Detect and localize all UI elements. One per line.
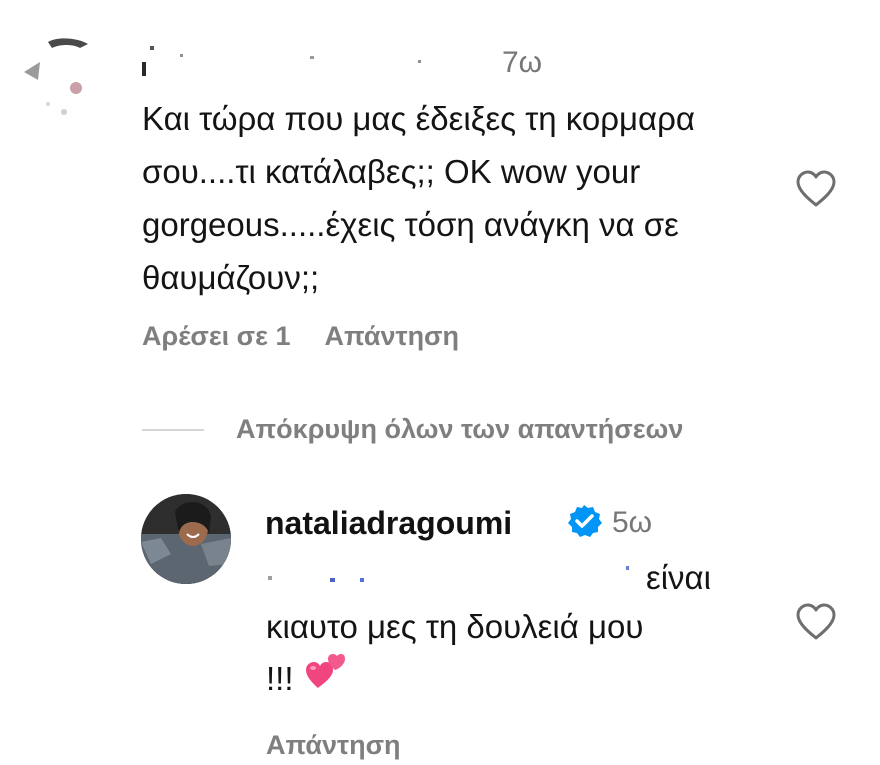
commenter-avatar[interactable]: [18, 34, 110, 126]
replies-divider: [142, 429, 204, 431]
profile-photo-image: [141, 494, 231, 584]
reply-like-heart-icon[interactable]: [795, 603, 837, 641]
reply-text-line-3: !!!: [266, 660, 294, 697]
comment-timestamp: 7ω: [502, 46, 543, 79]
like-heart-icon[interactable]: [795, 170, 837, 208]
reply-reply-link[interactable]: Απάντηση: [266, 729, 401, 761]
reply-timestamp: 5ω: [612, 506, 653, 539]
comment-text: Και τώρα που μας έδειξες τη κορμαρα σου.…: [142, 100, 695, 296]
reply-username[interactable]: nataliadragoumi: [265, 504, 512, 542]
comment-actions: Αρέσει σε 1 Απάντηση: [142, 320, 459, 352]
redacted-username: [140, 40, 470, 80]
reply-link[interactable]: Απάντηση: [324, 320, 459, 352]
reply-author-avatar[interactable]: [141, 494, 231, 584]
reply-text-line-1: είναι: [646, 559, 711, 596]
verified-badge-icon: [566, 503, 602, 539]
likes-count-link[interactable]: Αρέσει σε 1: [142, 320, 290, 352]
reply-text-line-2: κιαυτο μες τη δουλειά μου: [266, 608, 644, 645]
hide-replies-button[interactable]: Απόκρυψη όλων των απαντήσεων: [236, 412, 683, 446]
two-hearts-emoji-icon: [304, 650, 346, 690]
blurred-avatar-image: [18, 34, 110, 126]
redacted-mention: [266, 560, 646, 590]
